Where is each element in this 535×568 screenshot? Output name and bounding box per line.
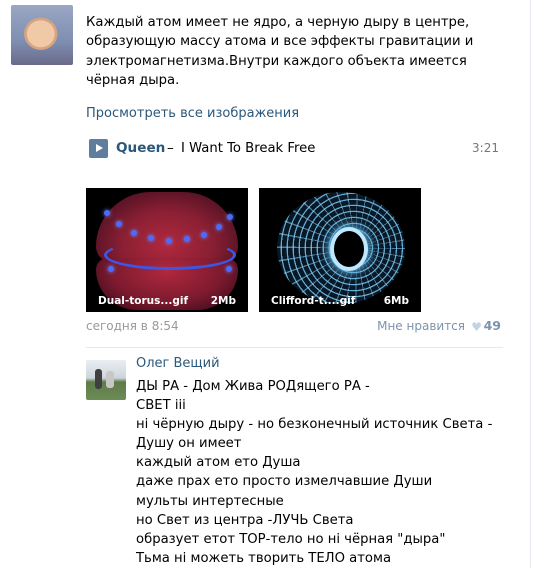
gif-attachment-clifford-torus[interactable]: Clifford-t....gif 6Mb [259, 188, 421, 312]
comment-line: Душу он имеет [136, 436, 242, 452]
comment-text: ДЫ РА - Дом Жива РОДящего РА - СВЕТ iii … [136, 377, 492, 568]
comment-line: Тьма ні можеть творить ТЕЛО атома [136, 550, 392, 566]
torus-dot [227, 214, 233, 220]
like-button[interactable]: Мне нравится [377, 319, 465, 333]
audio-artist[interactable]: Queen [116, 140, 165, 156]
post-text: Каждый атом имеет не ядро, а черную дыру… [86, 15, 474, 89]
gif-filename: Clifford-t....gif [271, 295, 356, 307]
comment-line: даже прах ето просто измелчавшие Души [136, 474, 433, 490]
audio-track[interactable]: Queen – I Want To Break Free 3:21 [89, 139, 499, 159]
comment-line: каждый атом ето Душа [136, 455, 301, 471]
torus-image-band [104, 240, 236, 270]
gif-filename: Dual-torus...gif [98, 295, 189, 307]
heart-icon[interactable]: ♥ [471, 320, 482, 334]
torus-dot [201, 232, 207, 238]
comment-line: ні чёрную дыру - но безконечный источник… [136, 417, 493, 433]
torus-dot [184, 236, 190, 242]
comment-line: но Свет из центра -ЛУЧЬ Света [136, 512, 354, 528]
divider [86, 347, 503, 348]
gif-filesize: 2Mb [210, 295, 236, 307]
comment-author-name[interactable]: Олег Вещий [136, 356, 220, 371]
comment-line: образует етот ТОР-тело но ні чёрная "дыр… [136, 531, 446, 547]
post-timestamp[interactable]: сегодня в 8:54 [86, 319, 179, 333]
torus-dot [131, 230, 137, 236]
clifford-image-center [334, 231, 364, 267]
gif-attachment-dual-torus[interactable]: Dual-torus...gif 2Mb [86, 188, 248, 312]
post-author-avatar[interactable] [11, 5, 73, 65]
show-all-images-link[interactable]: Просмотреть все изображения [86, 106, 299, 121]
comment-line: ДЫ РА - Дом Жива РОДящего РА - [136, 379, 370, 394]
comment-line: мульты интертесные [136, 493, 284, 509]
audio-duration: 3:21 [472, 141, 499, 155]
torus-dot [166, 238, 172, 244]
torus-dot [216, 224, 222, 230]
like-count[interactable]: 49 [484, 318, 501, 333]
torus-dot [104, 210, 110, 216]
gif-filesize: 6Mb [383, 295, 409, 307]
comment-author-avatar[interactable] [86, 360, 126, 400]
torus-dot [226, 266, 232, 272]
torus-dot [108, 266, 114, 272]
torus-dot [116, 221, 122, 227]
audio-title: I Want To Break Free [181, 141, 316, 156]
play-icon[interactable] [89, 139, 108, 158]
page-border [530, 0, 531, 568]
audio-separator: – [167, 140, 174, 156]
torus-dot [148, 235, 154, 241]
comment-line: СВЕТ iii [136, 398, 186, 414]
